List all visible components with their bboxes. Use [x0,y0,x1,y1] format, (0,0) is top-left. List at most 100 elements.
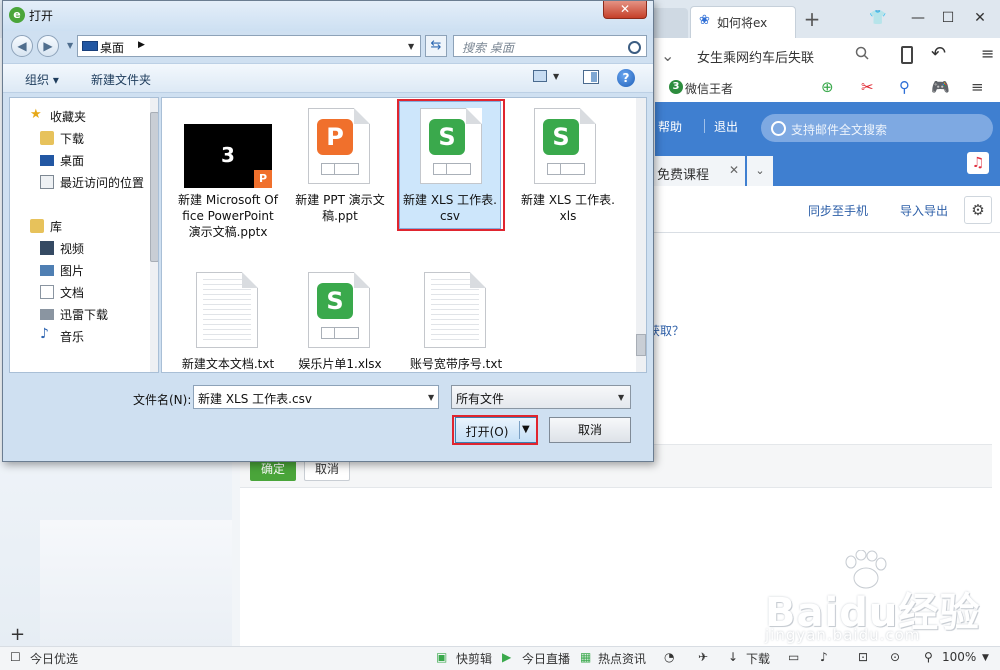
search-icon[interactable] [855,46,869,60]
new-tab-button[interactable]: + [800,8,824,32]
navigation-pane: ★ 收藏夹 下载 桌面 最近访问的位置 库 视频 图片 文档 迅雷下载 ♪ 音乐 [9,97,159,373]
view-icon[interactable] [533,70,547,82]
sound-icon[interactable]: ♪ [820,650,828,664]
chevron-down-icon[interactable]: ▼ [982,653,989,663]
sidebar-item-favorites[interactable]: ★ 收藏夹 [10,106,150,126]
reading-icon[interactable]: ⊡ [858,650,868,664]
phone-icon[interactable] [901,46,913,64]
chevron-right-icon[interactable]: ▶ [138,40,145,50]
close-window-button[interactable]: ✕ [966,6,994,30]
tools-icon[interactable]: ⊙ [890,650,900,664]
help-icon[interactable]: ? [617,69,635,87]
mail-search-input[interactable]: 支持邮件全文搜索 [761,114,993,142]
help-link[interactable]: 帮助 [658,118,682,135]
path-breadcrumb[interactable]: 桌面 ▶ ▼ [77,35,421,57]
watermark-url: jingyan.baidu.com [765,626,921,644]
ppt-file-icon: P [308,108,370,184]
file-item-xls[interactable]: S 新建 XLS 工作表.xls [518,104,618,234]
scissors-icon[interactable]: ✂ [861,78,874,96]
back-icon[interactable]: ◀ [11,35,33,57]
pin-icon[interactable]: ✈ [698,650,708,664]
add-icon[interactable]: + [10,624,25,645]
game-badge-icon: 3 [669,80,683,94]
forward-icon[interactable]: ▶ [37,35,59,57]
annotation-highlight [397,99,505,231]
sidebar-item-thunder[interactable]: 迅雷下载 [10,304,150,324]
maximize-button[interactable]: ☐ [934,6,962,30]
filename-value: 新建 XLS 工作表.csv [198,392,312,406]
sidebar-item-pictures[interactable]: 图片 [10,260,150,280]
sidebar-item-desktop[interactable]: 桌面 [10,150,150,170]
file-name: 娱乐片单1.xlsx [298,357,382,371]
download-link[interactable]: 下载 [746,650,770,667]
dialog-title-bar[interactable]: e 打开 ✕ [3,1,653,31]
new-folder-button[interactable]: 新建文件夹 [91,71,151,88]
bookmark-link[interactable]: 微信王者 [685,80,733,97]
gear-icon[interactable]: ⚙ [964,196,992,224]
file-item-txt[interactable]: 账号宽带序号.txt [406,268,506,372]
sidebar-item-music[interactable]: ♪ 音乐 [10,326,150,346]
download-folder-icon [40,131,54,145]
minimize-button[interactable]: — [904,6,932,30]
sidebar-item-label: 下载 [60,132,85,146]
navigation-scrollbar-thumb[interactable] [150,112,158,262]
sidebar-item-documents[interactable]: 文档 [10,282,150,302]
hot-search-text[interactable]: 女生乘网约车后失联 [697,47,814,66]
more-icon[interactable]: ≡ [971,78,984,96]
refresh-icon[interactable]: ⇆ [425,35,447,57]
live-link[interactable]: 今日直播 [522,650,570,667]
path-segment[interactable]: 桌面 [100,39,124,56]
close-icon[interactable]: ✕ [729,163,739,177]
file-item-pptx[interactable]: 3 P 新建 Microsoft Office PowerPoint 演示文稿.… [178,104,278,268]
today-pick-link[interactable]: 今日优选 [30,650,78,667]
dialog-close-button[interactable]: ✕ [603,1,647,19]
file-type-select[interactable]: 所有文件 ▼ [451,385,631,409]
sidebar-item-label: 文档 [60,286,85,300]
active-browser-tab[interactable]: ❀ 如何将ex [690,6,796,38]
chevron-down-icon[interactable]: ▼ [408,42,414,51]
logout-link[interactable]: 退出 [714,118,738,135]
chevron-down-icon[interactable]: ⌄ [661,46,674,65]
news-icon: ▦ [580,650,592,664]
sidebar-item-label: 视频 [60,242,85,256]
sidebar-item-downloads[interactable]: 下载 [10,128,150,148]
preview-pane-icon[interactable] [583,70,599,84]
sidebar-item-library[interactable]: 库 [10,216,150,236]
file-item-txt[interactable]: 新建文本文档.txt [178,268,278,372]
cancel-button[interactable]: 取消 [549,417,631,443]
organize-label: 组织 [25,73,50,87]
file-item-ppt[interactable]: P 新建 PPT 演示文稿.ppt [290,104,390,234]
file-name: 新建 XLS 工作表.xls [521,193,615,223]
file-list-scrollbar[interactable] [636,98,646,372]
sidebar-item-recent[interactable]: 最近访问的位置 [10,172,150,192]
speed-icon[interactable]: ◔ [664,650,674,664]
tab-overflow-button[interactable]: ⌄ [747,156,773,186]
sidebar-item-video[interactable]: 视频 [10,238,150,258]
dialog-search-input[interactable]: 搜索 桌面 [453,35,647,57]
gamepad-icon[interactable]: 🎮 [931,78,950,96]
sync-to-phone-link[interactable]: 同步至手机 [808,202,868,219]
hot-news-link[interactable]: 热点资讯 [598,650,646,667]
filename-input[interactable]: 新建 XLS 工作表.csv ▼ [193,385,439,409]
menu-icon[interactable]: ≡ [981,44,994,63]
zoom-level[interactable]: 100% [942,650,976,664]
history-dropdown-icon[interactable]: ▼ [67,41,73,50]
chevron-down-icon[interactable]: ▼ [553,72,559,81]
star-icon: ★ [30,107,42,122]
organize-menu[interactable]: 组织 ▾ [25,71,59,88]
file-list-scrollbar-thumb[interactable] [636,334,646,356]
magnifier-icon[interactable]: ⚲ [899,78,910,96]
sidebar-item-label: 收藏夹 [50,110,87,124]
translate-icon[interactable]: ⊕ [821,78,834,96]
file-item-xlsx[interactable]: S 娱乐片单1.xlsx [290,268,390,372]
undo-icon[interactable]: ↶ [931,43,946,64]
chevron-down-icon[interactable]: ▼ [428,393,434,402]
quick-cut-link[interactable]: 快剪辑 [456,650,492,667]
import-export-link[interactable]: 导入导出 [900,202,948,219]
tab-free-courses[interactable]: 免费课程 ✕ [655,156,745,186]
annotation-highlight [452,415,538,445]
music-icon[interactable]: ♫ [967,152,989,174]
window-icon[interactable]: ▭ [788,650,799,664]
bookmark-bar: 3 微信王者 ⊕ ✂ ⚲ 🎮 ≡ [655,74,1000,103]
skin-icon[interactable]: 👕 [864,6,892,30]
